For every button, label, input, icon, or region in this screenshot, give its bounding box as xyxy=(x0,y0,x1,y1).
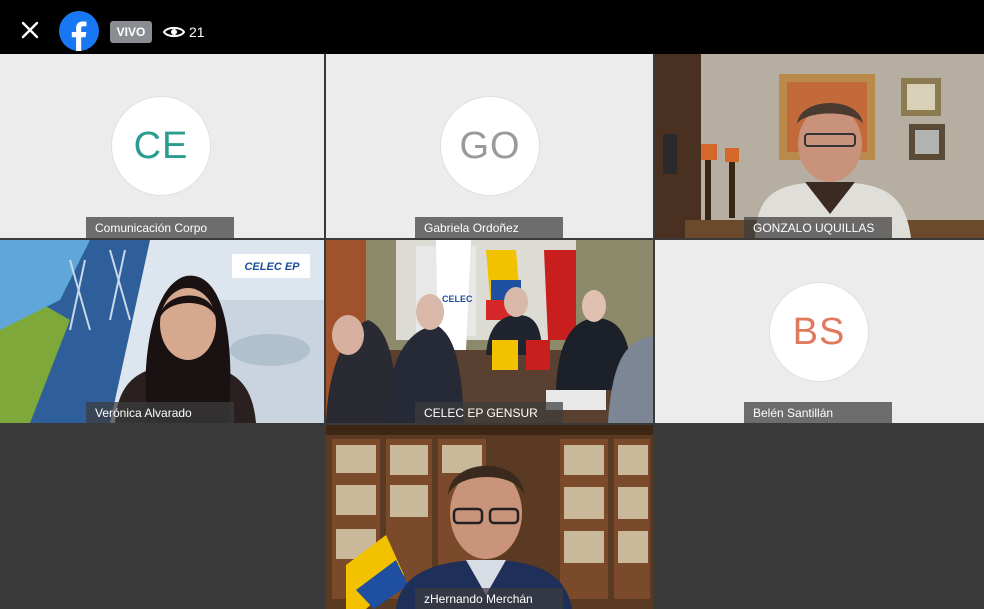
participant-tile-bs[interactable]: BS Belén Santillán xyxy=(655,240,984,423)
close-button[interactable] xyxy=(18,18,42,42)
live-badge: VIVO xyxy=(110,21,152,43)
participant-name: GONZALO UQUILLAS xyxy=(744,217,892,238)
celec-banner-text: CELEC xyxy=(442,294,473,304)
close-icon xyxy=(21,21,39,39)
participant-tile-celec-gensur-video[interactable]: CELEC CELEC EP GENSUR xyxy=(326,240,653,423)
video-feed xyxy=(326,425,653,609)
video-feed xyxy=(655,54,984,238)
avatar: BS xyxy=(769,282,869,382)
stream-top-bar: VIVO 21 xyxy=(0,0,984,54)
viewer-count-number: 21 xyxy=(189,24,205,40)
facebook-logo-icon[interactable] xyxy=(59,11,99,51)
participant-tile-gonzalo-video[interactable]: GONZALO UQUILLAS xyxy=(655,54,984,238)
avatar: GO xyxy=(440,96,540,196)
celec-ep-logo: CELEC EP xyxy=(244,261,300,273)
participant-name: Gabriela Ordoñez xyxy=(415,217,563,238)
participant-tile-hernando-video[interactable]: zHernando Merchán xyxy=(326,425,653,609)
participant-tile-veronica-video[interactable]: CELEC EP Verónica Alvarado xyxy=(0,240,324,423)
participant-name: CELEC EP GENSUR xyxy=(415,402,563,423)
participant-tile-go[interactable]: GO Gabriela Ordoñez xyxy=(326,54,653,238)
participant-name: zHernando Merchán xyxy=(415,588,563,609)
participant-name: Comunicación Corpo xyxy=(86,217,234,238)
empty-grid-cell xyxy=(655,425,984,609)
meeting-stream-view: VIVO 21 CE Comunicación Corpo GO Gabriel… xyxy=(0,0,984,609)
participant-name: Verónica Alvarado xyxy=(86,402,234,423)
video-feed xyxy=(326,240,653,423)
participant-name: Belén Santillán xyxy=(744,402,892,423)
participant-tile-ce[interactable]: CE Comunicación Corpo xyxy=(0,54,324,238)
avatar: CE xyxy=(111,96,211,196)
empty-grid-cell xyxy=(0,425,324,609)
eye-icon xyxy=(163,26,185,38)
viewer-count: 21 xyxy=(163,22,205,42)
